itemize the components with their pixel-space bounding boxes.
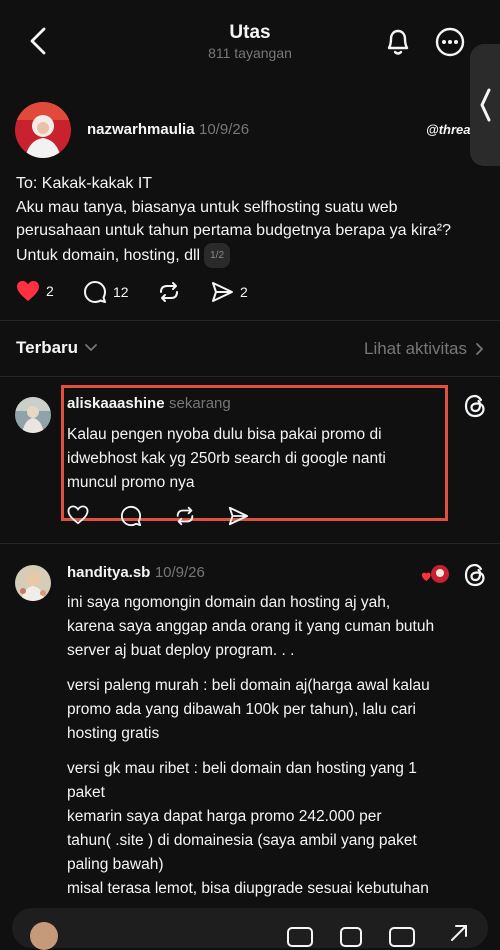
comment-count: 12: [113, 284, 129, 300]
send-icon: [228, 506, 249, 526]
reply-line: Kalau pengen nyoba dulu bisa pakai promo…: [67, 426, 382, 443]
repost-icon: [160, 282, 178, 302]
comment-icon: [120, 505, 142, 527]
page-title: Utas: [229, 22, 271, 43]
reply-body: Kalau pengen nyoba dulu bisa pakai promo…: [67, 423, 447, 495]
threads-logo-icon: @: [426, 122, 439, 137]
view-activity-label: Lihat aktivitas: [364, 339, 467, 358]
more-icon: [435, 27, 465, 57]
post-username[interactable]: nazwarhmaulia: [87, 121, 195, 138]
threads-reply-button[interactable]: [462, 393, 488, 424]
reply-line: server aj buat deploy program. . .: [67, 642, 295, 659]
avatar[interactable]: [15, 565, 51, 601]
view-activity-link[interactable]: Lihat aktivitas: [364, 339, 484, 359]
reply-paragraph: versi gk mau ribet : beli domain dan hos…: [67, 757, 492, 901]
send-icon: [212, 282, 233, 302]
divider: [0, 543, 500, 544]
reply-paragraph: versi paleng murah : beli domain aj(harg…: [67, 674, 492, 746]
reply-line: karena saya anggap anda orang it yang cu…: [67, 618, 435, 635]
reply-line: ini saya ngomongin domain dan hosting aj…: [67, 594, 391, 611]
reply-body: ini saya ngomongin domain dan hosting aj…: [67, 591, 492, 901]
notification-button[interactable]: [380, 24, 416, 60]
threads-reply-button[interactable]: [462, 562, 488, 593]
share-button[interactable]: 2: [210, 280, 248, 304]
post-line: To: Kakak-kakak IT: [16, 175, 153, 192]
post-body: To: Kakak-kakak IT Aku mau tanya, biasan…: [16, 172, 496, 268]
share-count: 2: [240, 284, 248, 300]
post-line: Aku mau tanya, biasanya untuk selfhostin…: [16, 198, 398, 216]
page-indicator: 1/2: [204, 242, 231, 268]
reply-time: 10/9/26: [154, 564, 205, 581]
reply-line: kemarin saya dapat harga promo 242.000 p…: [67, 808, 382, 825]
expand-icon[interactable]: [448, 922, 470, 944]
divider: [0, 320, 500, 321]
heart-filled-icon: [17, 281, 39, 301]
avatar[interactable]: [15, 397, 51, 433]
reply-time: sekarang: [169, 395, 231, 412]
chevron-left-icon: [480, 88, 491, 122]
divider: [0, 376, 500, 377]
reply-line: idwebhost kak yg 250rb search di google …: [67, 450, 386, 467]
comment-button[interactable]: [120, 505, 142, 532]
like-count: 2: [46, 283, 54, 299]
more-options-button[interactable]: [432, 24, 468, 60]
post-line: Untuk domain, hosting, dll: [16, 246, 201, 264]
like-button[interactable]: 2: [16, 280, 54, 302]
repost-icon: [176, 506, 194, 526]
reaction-avatars: [422, 563, 452, 589]
reply-line: misal terasa lemot, bisa diupgrade sesua…: [67, 880, 429, 897]
comment-icon: [84, 281, 106, 303]
bell-icon: [387, 29, 409, 55]
post-time: 10/9/26: [199, 121, 250, 138]
sort-dropdown[interactable]: Terbaru: [16, 338, 98, 358]
image-icon[interactable]: [388, 924, 416, 948]
like-button[interactable]: [67, 505, 89, 530]
threads-icon: [464, 563, 485, 587]
reply-username[interactable]: handitya.sb: [67, 564, 150, 581]
sort-label: Terbaru: [16, 338, 79, 357]
reply-line: hosting gratis: [67, 725, 160, 742]
threads-brand: @threa: [426, 122, 471, 137]
gif-icon[interactable]: [286, 924, 314, 948]
reply-composer-bar[interactable]: [12, 908, 488, 950]
reply-line: tahun( .site ) di domainesia (saya ambil…: [67, 832, 417, 849]
avatar: [30, 922, 58, 950]
reply-line: versi gk mau ribet : beli domain dan hos…: [67, 760, 417, 777]
chevron-down-icon: [85, 344, 97, 351]
reply-line: paling bawah): [67, 856, 164, 873]
attachment-icon[interactable]: [338, 924, 364, 948]
post-line: perusahaan untuk tahun pertama budgetnya…: [16, 222, 451, 239]
heart-icon: [67, 505, 89, 525]
share-button[interactable]: [227, 505, 249, 532]
side-panel-tab[interactable]: [470, 44, 500, 166]
repost-button[interactable]: [157, 280, 181, 304]
avatar[interactable]: [15, 102, 71, 158]
chevron-right-icon: [476, 343, 483, 355]
reply-paragraph: ini saya ngomongin domain dan hosting aj…: [67, 591, 492, 663]
reply-line: paket: [67, 784, 105, 801]
threads-icon: [464, 394, 485, 418]
repost-button[interactable]: [174, 505, 196, 532]
comment-button[interactable]: 12: [83, 280, 129, 304]
reply-line: versi paleng murah : beli domain aj(harg…: [67, 677, 430, 694]
reply-line: muncul promo nya: [67, 474, 195, 491]
view-count: 811 tayangan: [208, 45, 292, 61]
reply-line: promo ada yang dibawah 100k per tahun), …: [67, 701, 416, 718]
reply-username[interactable]: aliskaaashine: [67, 395, 165, 412]
